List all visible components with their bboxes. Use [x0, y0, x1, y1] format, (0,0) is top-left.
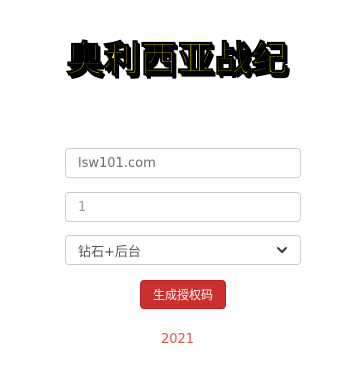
footer-year: 2021 — [160, 332, 195, 347]
chevron-down-icon — [276, 244, 288, 256]
generate-code-button[interactable]: 生成授权码 — [140, 280, 226, 309]
type-select[interactable]: 钻石+后台 — [65, 235, 301, 265]
type-select-value: 钻石+后台 — [78, 244, 141, 260]
domain-input[interactable] — [65, 148, 301, 178]
count-input[interactable] — [65, 192, 301, 222]
app-logo: 奥利西亚战纪 — [66, 38, 289, 80]
